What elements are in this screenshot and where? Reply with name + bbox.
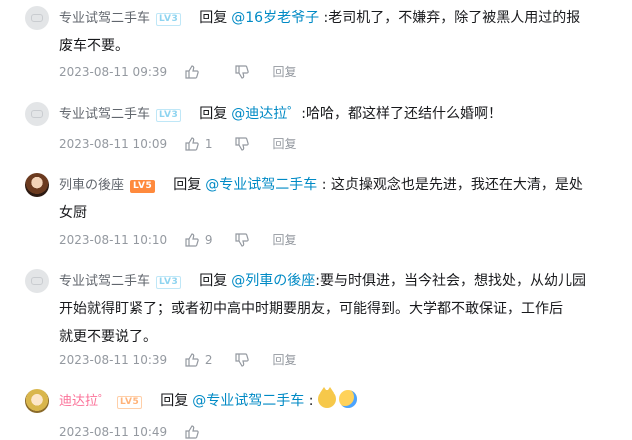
reply-button[interactable]: 回复	[272, 352, 296, 368]
like-button[interactable]	[185, 424, 231, 440]
thumb-up-icon	[185, 65, 199, 79]
comment-text-continued: 废车不要。	[59, 38, 129, 54]
mention-link[interactable]: @列車の後座	[231, 273, 315, 289]
comment-text-continued: 就更不要说了。	[59, 329, 157, 345]
like-count: 1	[204, 136, 213, 151]
mention-link[interactable]: @迪达拉゜	[231, 106, 301, 122]
thumb-up-icon	[185, 425, 199, 439]
avatar[interactable]	[25, 102, 49, 126]
comment-text: : 这贞操观念也是先进，我还在大清，是处	[317, 177, 583, 193]
username[interactable]: 专业试驾二手车	[59, 107, 150, 122]
like-button[interactable]: 9	[185, 231, 231, 248]
comment-time: 2023-08-11 10:09	[59, 136, 168, 151]
thumb-up-icon	[185, 137, 199, 151]
comment-text-continued: 开始就得盯紧了；或者初中高中时期要朋友，可能得到。大学都不敢保证，工作后	[59, 301, 563, 317]
comment-time: 2023-08-11 10:49	[59, 424, 168, 439]
username[interactable]: 专业试驾二手车	[59, 274, 150, 289]
avatar[interactable]	[25, 269, 49, 293]
level-badge: LV5	[130, 180, 156, 193]
cat-emoji-icon	[317, 387, 336, 408]
reply-prefix: 回复	[173, 177, 202, 193]
dislike-button[interactable]	[235, 352, 269, 368]
level-badge: LV3	[156, 109, 182, 122]
reply-button[interactable]: 回复	[272, 64, 296, 80]
comment-time: 2023-08-11 10:10	[59, 232, 168, 247]
like-button[interactable]: 2	[185, 351, 231, 368]
like-button[interactable]: 1	[185, 135, 231, 152]
comment-text: :	[304, 393, 318, 409]
thumb-down-icon	[235, 137, 249, 151]
avatar[interactable]	[25, 173, 49, 197]
like-count: 2	[204, 352, 213, 367]
like-count: 9	[204, 232, 213, 247]
reply-button[interactable]: 回复	[272, 232, 296, 248]
username[interactable]: 列車の後座	[59, 178, 124, 193]
avatar[interactable]	[25, 389, 49, 413]
level-badge: LV3	[156, 13, 182, 26]
dislike-button[interactable]	[235, 64, 269, 80]
level-badge: LV5	[117, 396, 143, 409]
thumb-down-icon	[235, 233, 249, 247]
like-button[interactable]	[185, 64, 231, 80]
username[interactable]: 迪达拉゜	[59, 394, 111, 409]
thumb-down-icon	[235, 353, 249, 367]
reply-prefix: 回复	[160, 393, 189, 409]
reply-prefix: 回复	[199, 273, 228, 289]
dislike-button[interactable]	[235, 232, 269, 248]
comment-time: 2023-08-11 10:39	[59, 352, 168, 367]
reply-button[interactable]: 回复	[272, 136, 296, 152]
comment-text: :要与时俱进，当今社会，想找处，从幼儿园	[315, 273, 586, 289]
mention-link[interactable]: @专业试驾二手车	[205, 177, 317, 193]
dislike-button[interactable]	[235, 136, 269, 152]
username[interactable]: 专业试驾二手车	[59, 11, 150, 26]
thumb-up-icon	[185, 353, 199, 367]
thumb-up-icon	[185, 233, 199, 247]
reply-prefix: 回复	[199, 106, 228, 122]
comment-text: :哈哈，都这样了还结什么婚啊！	[301, 106, 502, 122]
level-badge: LV3	[156, 276, 182, 289]
reply-prefix: 回复	[199, 10, 228, 26]
crying-emoji-icon	[338, 390, 357, 408]
comment-time: 2023-08-11 09:39	[59, 64, 168, 79]
mention-link[interactable]: @16岁老爷子	[231, 10, 319, 26]
thumb-down-icon	[235, 65, 249, 79]
comment-text-continued: 女厨	[59, 205, 87, 221]
mention-link[interactable]: @专业试驾二手车	[192, 393, 304, 409]
comment-text: :老司机了，不嫌弃，除了被黑人用过的报	[319, 10, 581, 26]
avatar[interactable]	[25, 6, 49, 30]
